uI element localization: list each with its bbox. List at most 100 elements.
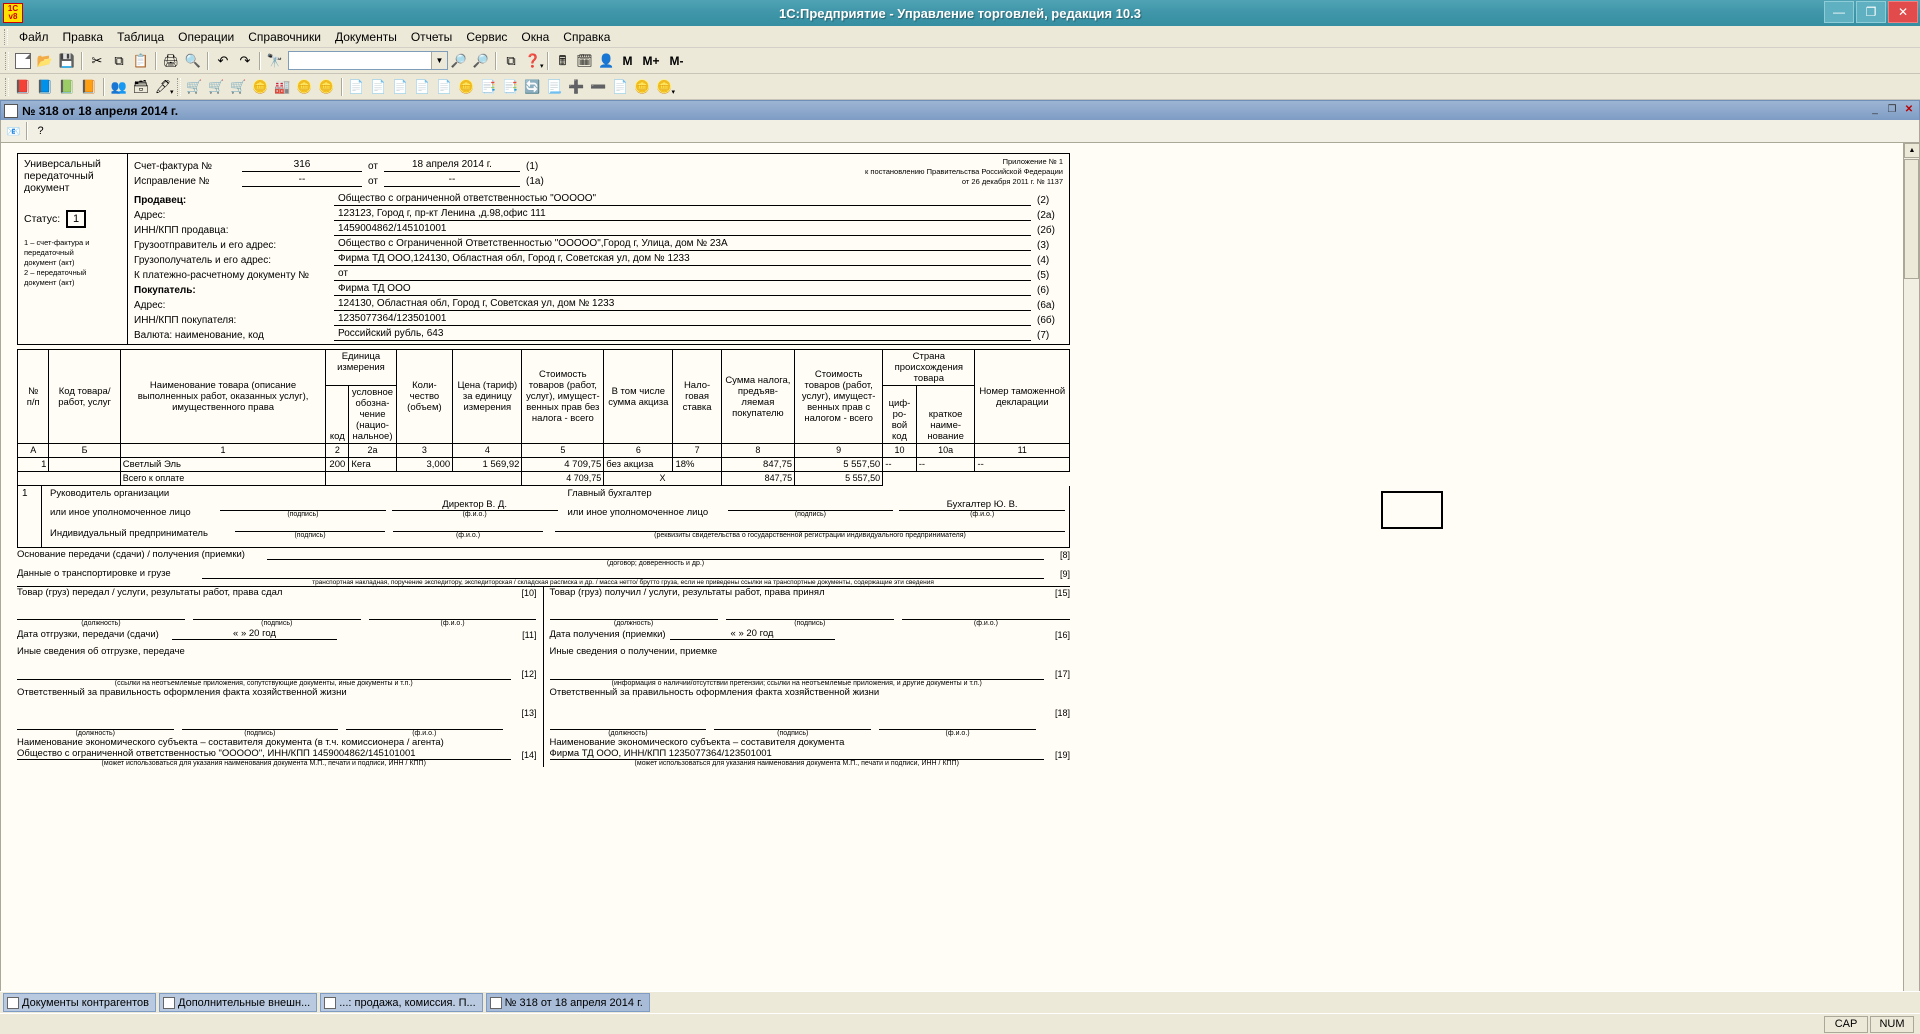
left-resp-position-line[interactable] — [17, 718, 174, 730]
correction-number-value[interactable]: -- — [242, 174, 362, 187]
menu-item-table[interactable]: Таблица — [110, 28, 171, 46]
send-email-icon[interactable]: 📧 — [4, 122, 23, 141]
accountant-name-value[interactable]: Бухгалтер Ю. В. — [899, 499, 1065, 511]
exchange-icon[interactable]: 🔄 — [522, 76, 544, 98]
accountant-signature-line[interactable] — [727, 499, 894, 511]
right-fio-line[interactable] — [901, 608, 1071, 620]
head-name-value[interactable]: Директор В. Д. — [391, 499, 558, 511]
find-prev-icon[interactable]: 🔎 — [470, 50, 492, 72]
doc-list-icon[interactable]: 📃 — [544, 76, 566, 98]
new-document-icon[interactable] — [12, 50, 34, 72]
basis-value-line[interactable] — [267, 548, 1044, 560]
left-signature-line[interactable] — [192, 608, 361, 620]
seller-address-value[interactable]: 123123, Город г, пр-кт Ленина ,д.98,офис… — [334, 208, 1031, 221]
nomenclature-icon[interactable]: 🗃 — [130, 76, 152, 98]
maximize-button[interactable]: ❐ — [1856, 1, 1886, 23]
consignor-value[interactable]: Общество с Ограниченной Ответственностью… — [334, 238, 1031, 251]
copy-window-icon[interactable]: ⧉ — [500, 50, 522, 72]
selected-cell-outline[interactable] — [1381, 491, 1443, 529]
cell-qty[interactable]: 3,000 — [395, 457, 454, 472]
transport-value-line[interactable] — [202, 567, 1044, 579]
search-combo[interactable]: ▼ — [288, 51, 448, 70]
left-resp-signature-line[interactable] — [181, 718, 338, 730]
save-icon[interactable]: 💾 — [56, 50, 78, 72]
cell-price[interactable]: 1 569,92 — [452, 457, 523, 472]
table-row[interactable]: 1 Светлый Эль 200 Кега 3,000 1 569,92 4 … — [16, 457, 1070, 472]
cut-icon[interactable]: ✂ — [86, 50, 108, 72]
memory-button-mplus[interactable]: М+ — [638, 54, 665, 68]
counterparties-icon[interactable]: 👥 — [108, 76, 130, 98]
goods-table[interactable]: № п/п Код товара/ работ, услуг Наименова… — [16, 349, 1070, 486]
buyer-value[interactable]: Фирма ТД ООО — [334, 283, 1031, 296]
right-date-value[interactable]: « » 20 год — [669, 628, 835, 640]
cell-num[interactable]: 1 — [16, 457, 50, 472]
receipt-goods-icon[interactable]: 🛒 — [206, 76, 228, 98]
coins-icon[interactable]: 🪙 — [250, 76, 272, 98]
help-1c-icon[interactable]: ❓ — [522, 50, 544, 72]
document-restore-button[interactable]: ❐ — [1885, 104, 1899, 118]
menu-item-catalogs[interactable]: Справочники — [241, 28, 328, 46]
menu-item-edit[interactable]: Правка — [56, 28, 111, 46]
buyer-inn-value[interactable]: 1235077364/123501001 — [334, 313, 1031, 326]
cell-unit-code[interactable]: 200 — [325, 457, 350, 472]
report-doc-icon[interactable]: 📑 — [478, 76, 500, 98]
consignee-value[interactable]: Фирма ТД ООО,124130, Областная обл, Горо… — [334, 253, 1031, 266]
menu-item-reports[interactable]: Отчеты — [404, 28, 459, 46]
menu-item-help[interactable]: Справка — [556, 28, 617, 46]
seller-inn-value[interactable]: 1459004862/145101001 — [334, 223, 1031, 236]
entrepreneur-certificate-line[interactable] — [555, 520, 1065, 532]
menu-item-service[interactable]: Сервис — [459, 28, 514, 46]
right-entity-value[interactable]: Фирма ТД ООО, ИНН/КПП 1235077364/1235010… — [549, 748, 1044, 760]
receipt-goods2-icon[interactable]: 🛒 — [228, 76, 250, 98]
sale-order-icon[interactable]: 📄 — [346, 76, 368, 98]
calculator-icon[interactable]: 🖩 — [552, 50, 574, 72]
catalog-list3-icon[interactable]: 📙 — [78, 76, 100, 98]
entrepreneur-signature-line[interactable] — [235, 520, 385, 532]
head-signature-line[interactable] — [220, 499, 386, 511]
invoice-number-value[interactable]: 316 — [242, 159, 362, 172]
sale-report-icon[interactable]: 📄 — [434, 76, 456, 98]
warehouse-icon[interactable]: 🏭 — [272, 76, 294, 98]
undo-icon[interactable]: ↶ — [212, 50, 234, 72]
entrepreneur-name-line[interactable] — [393, 520, 543, 532]
coins4-icon[interactable]: 🪙 — [654, 76, 676, 98]
money-cycle-icon[interactable]: 🪙 — [456, 76, 478, 98]
left-entity-value[interactable]: Общество с ограниченной ответственностью… — [17, 748, 511, 760]
left-fio-line[interactable] — [368, 608, 537, 620]
correction-date-value[interactable]: -- — [383, 174, 520, 187]
menu-item-operations[interactable]: Операции — [171, 28, 241, 46]
memory-button-mminus[interactable]: М- — [665, 54, 689, 68]
cell-excise[interactable]: без акциза — [603, 457, 674, 472]
minimize-button[interactable]: — — [1824, 1, 1854, 23]
vertical-scroll-thumb[interactable] — [1904, 159, 1919, 279]
remove-coins-icon[interactable]: ➖ — [588, 76, 610, 98]
help-button[interactable]: ? — [31, 122, 50, 141]
right-resp-signature-line[interactable] — [714, 718, 872, 730]
right-resp-position-line[interactable] — [549, 718, 707, 730]
chevron-down-icon[interactable]: ▼ — [431, 52, 447, 69]
user-icon[interactable]: 👤 — [596, 50, 618, 72]
paste-icon[interactable]: 📋 — [130, 50, 152, 72]
purchase-order-icon[interactable]: 🛒 — [184, 76, 206, 98]
sale-doc-icon[interactable]: 📄 — [390, 76, 412, 98]
find-next-icon[interactable]: 🔎 — [448, 50, 470, 72]
cell-cost-with-tax[interactable]: 5 557,50 — [794, 457, 884, 472]
catalog-list2-icon[interactable]: 📗 — [56, 76, 78, 98]
coins-key-icon[interactable]: 🪙 — [294, 76, 316, 98]
calendar-icon[interactable]: 🗓 — [574, 50, 596, 72]
buyer-address-value[interactable]: 124130, Областная обл, Город г, Советска… — [334, 298, 1031, 311]
copy-icon[interactable]: ⧉ — [108, 50, 130, 72]
taskbar-item-additional-external[interactable]: Дополнительные внешн... — [159, 993, 318, 1012]
document-minimize-button[interactable]: _ — [1868, 104, 1882, 118]
price-edit-icon[interactable]: 🖊 — [152, 76, 174, 98]
cell-code[interactable] — [48, 457, 121, 472]
cell-cost-no-tax[interactable]: 4 709,75 — [521, 457, 605, 472]
print-preview-icon[interactable]: 🔍 — [182, 50, 204, 72]
print-icon[interactable]: 🖨 — [160, 50, 182, 72]
cell-unit-name[interactable]: Кега — [348, 457, 397, 472]
invoice-date-value[interactable]: 18 апреля 2014 г. — [383, 159, 520, 172]
taskbar-item-sale-commission[interactable]: ...: продажа, комиссия. П... — [320, 993, 483, 1012]
cell-country-name[interactable]: -- — [915, 457, 976, 472]
coins3-icon[interactable]: 🪙 — [632, 76, 654, 98]
left-position-line[interactable] — [17, 608, 185, 620]
